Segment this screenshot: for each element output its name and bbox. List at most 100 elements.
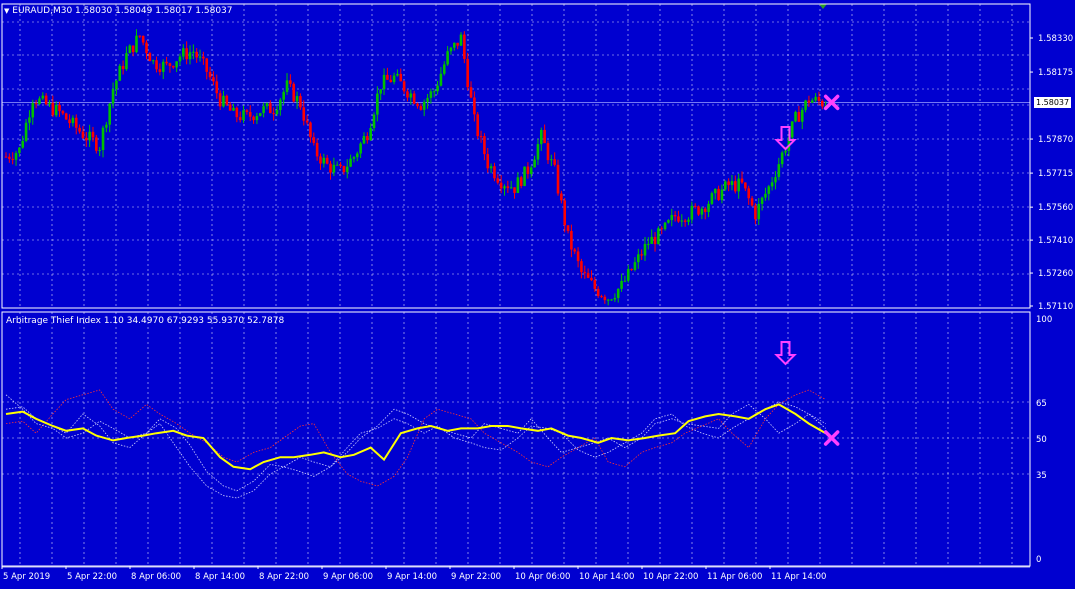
- candle-body: [14, 153, 18, 160]
- price-tick-label: 1.57715: [1038, 169, 1073, 179]
- candle-body: [212, 77, 215, 82]
- candle-body: [88, 131, 91, 141]
- indicator-pane-frame: [1, 311, 1031, 567]
- candle-body: [536, 144, 540, 160]
- candle-body: [138, 35, 142, 37]
- candle-body: [523, 166, 526, 186]
- candle-body: [302, 107, 306, 121]
- chart-area[interactable]: 1.58330 1.58175 1.57870 1.57715 1.57560 1.574…: [0, 0, 1075, 589]
- time-tick-label: 8 Apr 14:00: [195, 572, 245, 582]
- candle-body: [151, 60, 155, 62]
- candle-body: [797, 111, 801, 122]
- price-tick-label: 1.57110: [1038, 302, 1073, 312]
- current-price-tag: 1.58037: [1034, 97, 1072, 108]
- candle-body: [442, 64, 446, 74]
- candle-body: [727, 181, 730, 186]
- candle-body: [580, 261, 583, 273]
- candle-body: [235, 107, 239, 118]
- candle-body: [432, 91, 436, 93]
- candle-body: [315, 142, 319, 157]
- candle-body: [720, 189, 724, 201]
- candle-body: [606, 299, 610, 301]
- candle-body: [814, 96, 817, 101]
- candle-body: [640, 254, 643, 256]
- candle-body: [750, 198, 754, 206]
- candle-body: [730, 181, 734, 186]
- indicator-tick-label: 100: [1036, 315, 1052, 325]
- candle-body: [439, 73, 443, 86]
- candle-body: [105, 124, 108, 128]
- candle-body: [473, 97, 476, 115]
- candle-body: [633, 262, 637, 271]
- candle-body: [663, 222, 667, 230]
- candle-body: [810, 100, 814, 103]
- candle-body: [489, 166, 493, 169]
- candle-body: [794, 111, 797, 122]
- candle-body: [737, 178, 740, 192]
- candle-body: [673, 215, 677, 217]
- candle-body: [426, 97, 429, 102]
- candle-body: [335, 164, 339, 166]
- candle-body: [747, 188, 751, 199]
- candle-body: [188, 52, 192, 60]
- candle-body: [268, 103, 272, 114]
- candle-body: [496, 178, 500, 183]
- candle-body: [529, 167, 533, 175]
- time-tick-label: 10 Apr 22:00: [643, 572, 698, 582]
- candle-body: [486, 154, 490, 169]
- candle-body: [710, 193, 714, 204]
- time-tick-label: 5 Apr 22:00: [67, 572, 117, 582]
- frame: [1, 3, 1031, 567]
- candle-body: [376, 93, 379, 115]
- time-tick-label: 11 Apr 14:00: [771, 572, 826, 582]
- candle-body: [556, 164, 560, 194]
- candle-body: [339, 164, 342, 167]
- indicator-series-line: [5, 403, 827, 471]
- candle-body: [98, 150, 101, 152]
- candle-body: [687, 219, 690, 222]
- candle-body: [790, 121, 794, 138]
- candle-body: [626, 268, 630, 281]
- candle-body: [342, 166, 346, 173]
- candle-body: [539, 129, 543, 145]
- candle-body: [51, 102, 55, 116]
- price-tick-label: 1.57260: [1038, 269, 1073, 279]
- candle-body: [41, 95, 45, 99]
- time-tick-label: 10 Apr 14:00: [579, 572, 634, 582]
- candle-body: [402, 81, 406, 92]
- price-tick-label: 1.57870: [1038, 135, 1073, 145]
- candle-body: [690, 205, 694, 220]
- candle-body: [292, 83, 296, 102]
- candle-body: [570, 230, 573, 250]
- main-pane-frame: [1, 3, 1031, 309]
- candle-body: [225, 95, 229, 105]
- candle-body: [332, 164, 336, 173]
- candle-body: [252, 116, 255, 121]
- candle-body: [232, 107, 235, 111]
- candle-body: [115, 80, 118, 90]
- candle-body: [764, 193, 767, 198]
- main-pane-title: ▼ EURAUD,M30 1.58030 1.58049 1.58017 1.5…: [4, 6, 233, 16]
- candle-body: [603, 296, 607, 301]
- candle-body: [576, 251, 580, 262]
- candle-body: [596, 288, 600, 297]
- candle-body: [653, 236, 657, 245]
- chart-svg: 1.58330 1.58175 1.57870 1.57715 1.57560 1.574…: [1, 3, 1073, 582]
- candle-body: [68, 119, 71, 124]
- candle-body: [566, 225, 570, 231]
- candle-body: [178, 56, 182, 62]
- candle-body: [285, 80, 289, 92]
- candle-body: [61, 111, 65, 114]
- candle-body: [125, 53, 128, 70]
- candle-body: [506, 186, 510, 189]
- candle-body: [707, 203, 710, 213]
- candle-body: [583, 272, 587, 274]
- candle-body: [245, 110, 249, 113]
- candle-body: [667, 220, 670, 223]
- collapse-triangle-icon[interactable]: ▼: [4, 7, 9, 15]
- candle-body: [44, 95, 48, 105]
- candle-body: [466, 58, 469, 88]
- candle-body: [366, 136, 369, 141]
- candle-body: [590, 277, 593, 281]
- candle-body: [242, 110, 245, 121]
